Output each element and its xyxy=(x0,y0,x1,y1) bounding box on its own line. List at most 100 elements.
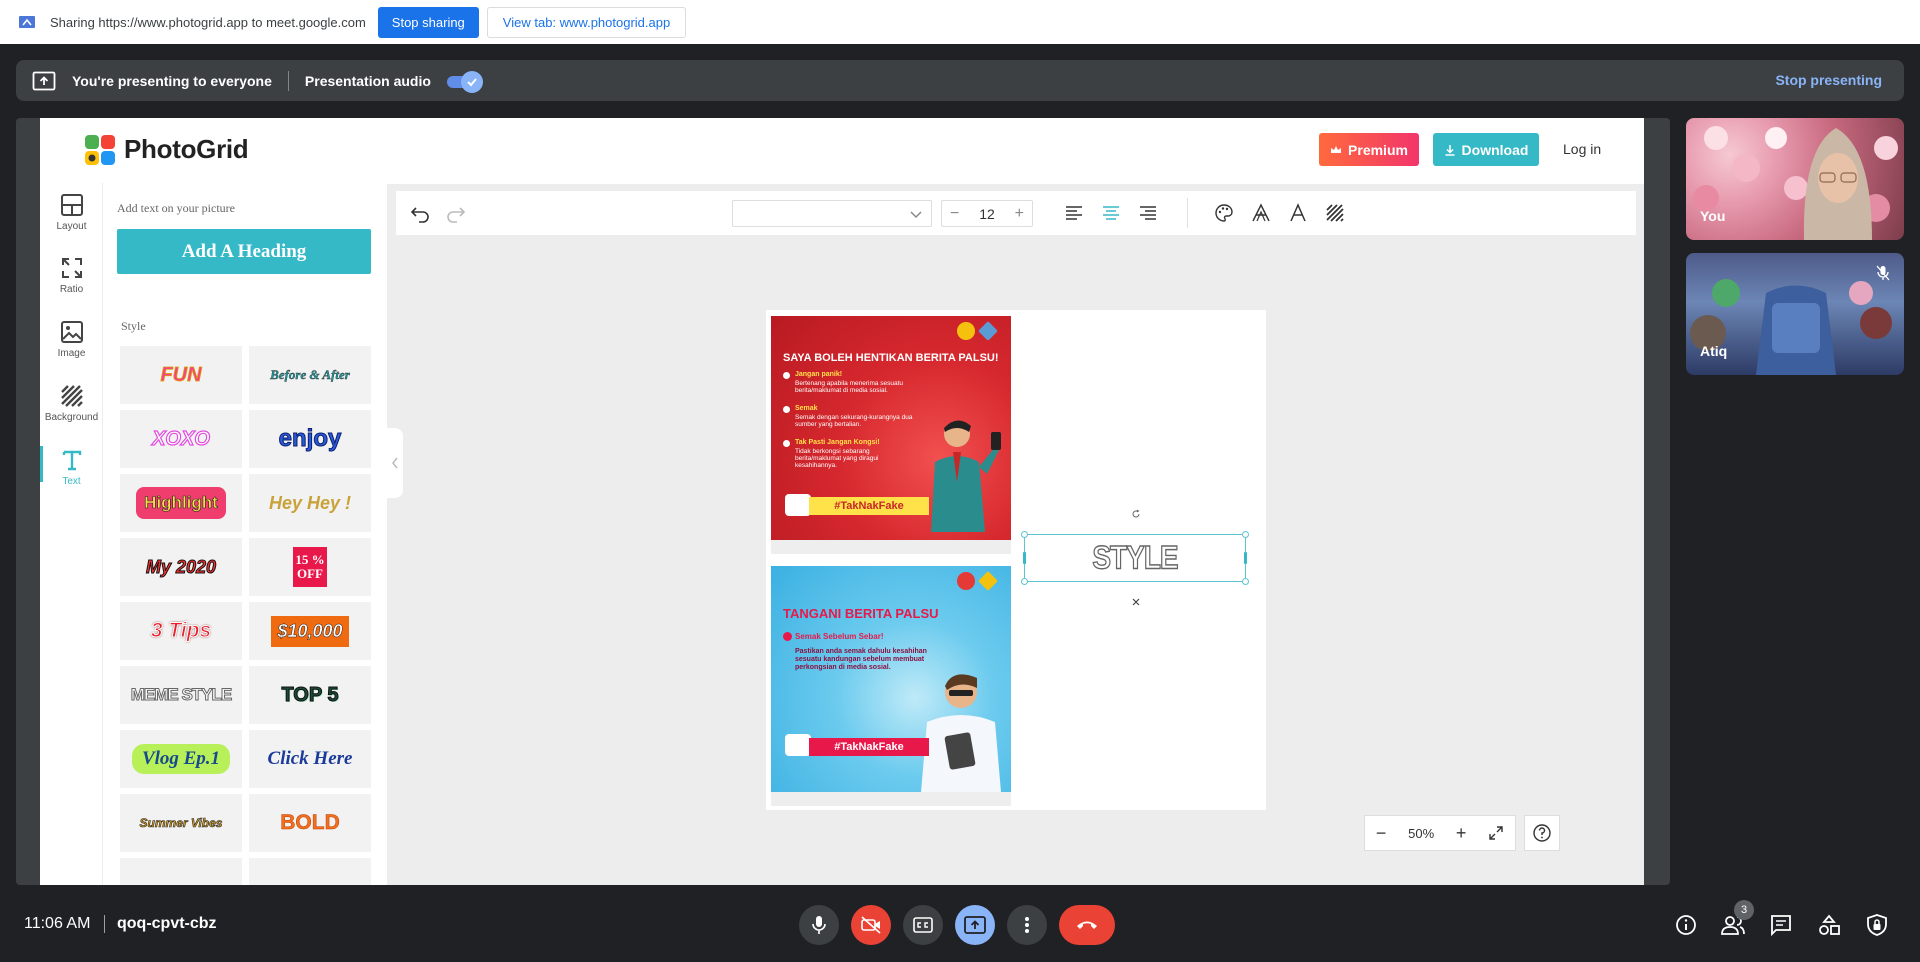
add-heading-button[interactable]: Add A Heading xyxy=(117,229,371,274)
font-family-select[interactable] xyxy=(732,200,932,227)
style-sample: Before & After xyxy=(270,367,350,382)
style-tile-click-here[interactable]: Click Here xyxy=(249,730,371,788)
camera-off-icon xyxy=(861,916,881,934)
text-outline-button[interactable] xyxy=(1249,201,1273,225)
poster-badge xyxy=(978,321,998,341)
text-pattern-button[interactable] xyxy=(1323,201,1347,225)
rail-label: Layout xyxy=(56,221,87,232)
collapse-panel-button[interactable] xyxy=(387,428,403,498)
style-tile-my-2020[interactable]: My 2020 xyxy=(120,538,242,596)
info-icon xyxy=(1676,915,1696,935)
text-panel: Add text on your picture Add A Heading S… xyxy=(103,183,387,885)
captions-button[interactable] xyxy=(903,905,943,945)
style-tile-fun[interactable]: FUN xyxy=(120,346,242,404)
poster-image-1[interactable]: SAYA BOLEH HENTIKAN BERITA PALSU! Jangan… xyxy=(771,316,1011,554)
style-tile-more[interactable] xyxy=(249,858,371,885)
align-right-button[interactable] xyxy=(1136,201,1160,225)
style-sample: My 2020 xyxy=(145,556,217,577)
host-controls-button[interactable] xyxy=(1865,913,1889,937)
undo-button[interactable] xyxy=(408,201,432,225)
style-tile-before-after[interactable]: Before & After xyxy=(249,346,371,404)
style-tile-more[interactable] xyxy=(120,858,242,885)
style-tile-3-tips[interactable]: 3 Tips xyxy=(120,602,242,660)
align-left-button[interactable] xyxy=(1062,201,1086,225)
stop-sharing-button[interactable]: Stop sharing xyxy=(377,6,479,38)
increase-size-button[interactable]: + xyxy=(1015,205,1024,223)
palette-icon xyxy=(1215,204,1233,222)
style-tile-enjoy[interactable]: enjoy xyxy=(249,410,371,468)
thumbs-up-icon xyxy=(785,734,811,756)
rotate-icon xyxy=(1132,509,1140,518)
mic-off-icon xyxy=(1876,265,1890,281)
camera-button[interactable] xyxy=(851,905,891,945)
activities-button[interactable] xyxy=(1817,913,1841,937)
shield-lock-icon xyxy=(1867,914,1887,936)
poster2-title: TANGANI BERITA PALSU xyxy=(783,606,939,621)
style-tile-xoxo[interactable]: XOXO xyxy=(120,410,242,468)
rotate-handle[interactable] xyxy=(1129,507,1143,521)
poster-footer xyxy=(771,792,1011,806)
zoom-in-button[interactable]: + xyxy=(1456,823,1467,844)
style-sample: FUN xyxy=(160,363,202,386)
poster1-item-head: Jangan panik! xyxy=(795,371,843,378)
rail-item-text[interactable]: Text xyxy=(40,438,103,498)
selected-text-element[interactable]: STYLE xyxy=(1024,533,1246,584)
fullscreen-icon[interactable] xyxy=(1488,825,1504,841)
rail-item-layout[interactable]: Layout xyxy=(40,183,103,243)
view-tab-button[interactable]: View tab: www.photogrid.app xyxy=(486,6,687,38)
style-tile-vlog[interactable]: Vlog Ep.1 xyxy=(120,730,242,788)
text-toolbar: − 12 + xyxy=(396,191,1636,235)
close-icon xyxy=(1132,598,1140,606)
end-call-icon xyxy=(1077,921,1097,929)
meeting-details-button[interactable] xyxy=(1674,913,1698,937)
style-tile-top-5[interactable]: TOP 5 xyxy=(249,666,371,724)
text-style-button[interactable] xyxy=(1286,201,1310,225)
leave-call-button[interactable] xyxy=(1059,905,1115,945)
rail-item-background[interactable]: Background xyxy=(40,374,103,434)
toolbar-divider xyxy=(1187,198,1188,228)
rail-label: Background xyxy=(44,412,99,423)
style-tile-hey-hey[interactable]: Hey Hey ! xyxy=(249,474,371,532)
style-sample: 3 Tips xyxy=(150,619,212,643)
more-options-button[interactable] xyxy=(1007,905,1047,945)
help-icon xyxy=(1533,824,1551,842)
style-tile-bold[interactable]: BOLD xyxy=(249,794,371,852)
poster-image-2[interactable]: TANGANI BERITA PALSU Semak Sebelum Sebar… xyxy=(771,566,1011,806)
poster2-subtitle: Semak Sebelum Sebar! xyxy=(795,632,884,641)
align-center-icon xyxy=(1103,206,1119,220)
decrease-size-button[interactable]: − xyxy=(950,205,959,223)
text-color-button[interactable] xyxy=(1212,201,1236,225)
rail-item-ratio[interactable]: Ratio xyxy=(40,246,103,306)
premium-button[interactable]: Premium xyxy=(1319,133,1419,166)
style-tile-meme-style[interactable]: MEME STYLE xyxy=(120,666,242,724)
font-size-stepper[interactable]: − 12 + xyxy=(941,200,1033,227)
redo-button[interactable] xyxy=(444,201,468,225)
microphone-button[interactable] xyxy=(799,905,839,945)
present-now-button[interactable] xyxy=(955,905,995,945)
style-sample: Highlight xyxy=(136,487,226,519)
style-tile-summer-vibes[interactable]: Summer Vibes xyxy=(120,794,242,852)
tool-rail: Layout Ratio Image Background Text xyxy=(40,183,103,885)
bullet-icon xyxy=(783,632,792,641)
stop-presenting-button[interactable]: Stop presenting xyxy=(1775,72,1882,88)
font-size-value[interactable]: 12 xyxy=(979,206,995,222)
style-tile-highlight[interactable]: Highlight xyxy=(120,474,242,532)
participant-tile-you[interactable]: You xyxy=(1686,118,1904,240)
rail-item-image[interactable]: Image xyxy=(40,310,103,370)
align-center-button[interactable] xyxy=(1099,201,1123,225)
presentation-audio-toggle[interactable] xyxy=(446,70,483,93)
style-tile-10000[interactable]: $10,000 xyxy=(249,602,371,660)
chat-button[interactable] xyxy=(1769,913,1793,937)
participant-tile-atiq[interactable]: Atiq xyxy=(1686,253,1904,375)
download-icon xyxy=(1445,144,1455,156)
style-tile-15-off[interactable]: 15 % OFF xyxy=(249,538,371,596)
login-link[interactable]: Log in xyxy=(1563,141,1601,157)
premium-label: Premium xyxy=(1348,141,1408,158)
download-button[interactable]: Download xyxy=(1433,133,1539,166)
zoom-out-button[interactable]: − xyxy=(1376,823,1387,844)
zoom-control: − 50% + xyxy=(1364,815,1516,851)
help-button[interactable] xyxy=(1524,815,1560,851)
delete-text-button[interactable] xyxy=(1129,595,1143,609)
panel-hint: Add text on your picture xyxy=(117,201,235,215)
style-sample: Summer Vibes xyxy=(139,816,223,831)
